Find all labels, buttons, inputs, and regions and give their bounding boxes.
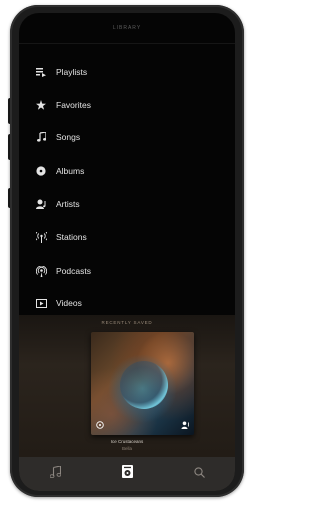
menu-item-label: Favorites <box>56 100 91 110</box>
podcast-icon <box>34 264 48 278</box>
track-artist: Bella <box>121 446 132 451</box>
menu-item-podcasts[interactable]: Podcasts <box>19 259 235 283</box>
phone-screen: LIBRARY Playlists Favorites Songs Albums… <box>19 13 235 491</box>
bottom-tab-bar <box>19 457 235 491</box>
menu-item-favorites[interactable]: Favorites <box>19 93 235 117</box>
tab-library[interactable] <box>110 461 144 487</box>
album-icon <box>34 164 48 178</box>
menu-item-label: Videos <box>56 298 82 308</box>
menu-item-playlists[interactable]: Playlists <box>19 60 235 84</box>
music-note-icon <box>34 130 48 144</box>
menu-item-label: Playlists <box>56 67 88 77</box>
menu-item-songs[interactable]: Songs <box>19 125 235 149</box>
menu-item-artists[interactable]: Artists <box>19 192 235 216</box>
page-title: LIBRARY <box>19 13 235 44</box>
music-note-icon <box>49 465 61 483</box>
track-title: Ice Crustaceans <box>110 439 144 444</box>
now-playing-context: RECENTLY SAVED <box>101 320 153 325</box>
tab-music[interactable] <box>38 461 72 487</box>
menu-item-label: Albums <box>56 166 85 176</box>
menu-item-label: Stations <box>56 232 87 242</box>
library-icon <box>121 465 133 483</box>
menu-item-stations[interactable]: Stations <box>19 225 235 249</box>
video-icon <box>34 296 48 310</box>
menu-item-label: Podcasts <box>56 266 91 276</box>
now-playing-panel[interactable]: RECENTLY SAVED Ice Crustaceans Bella <box>19 315 235 457</box>
menu-item-label: Artists <box>56 199 80 209</box>
search-icon <box>193 465 205 483</box>
menu-item-albums[interactable]: Albums <box>19 159 235 183</box>
artist-icon[interactable] <box>180 420 190 430</box>
menu-item-videos[interactable]: Videos <box>19 291 235 315</box>
record-icon[interactable] <box>95 420 105 430</box>
star-icon <box>34 98 48 112</box>
tab-search[interactable] <box>182 461 216 487</box>
artist-icon <box>34 197 48 211</box>
playlist-icon <box>34 65 48 79</box>
menu-item-label: Songs <box>56 132 81 142</box>
broadcast-icon <box>34 230 48 244</box>
album-artwork[interactable] <box>91 332 194 435</box>
bubble-shape <box>120 361 168 409</box>
